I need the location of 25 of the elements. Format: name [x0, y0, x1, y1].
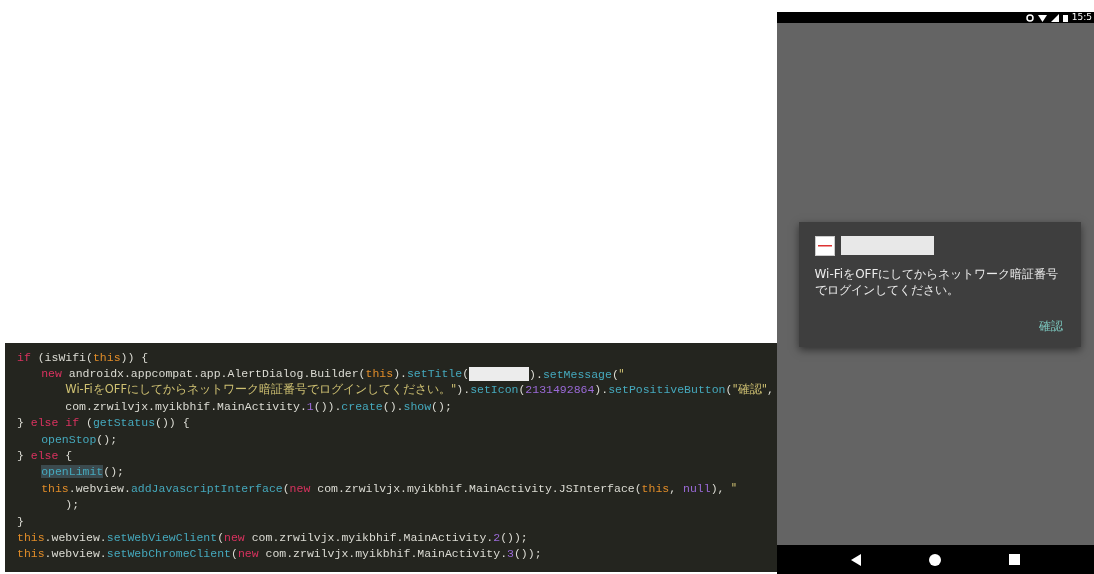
redaction-block — [469, 366, 530, 381]
battery-icon — [1062, 13, 1068, 22]
home-button[interactable] — [929, 553, 941, 566]
dialog-message: Wi-FiをOFFにしてからネットワーク暗証番号でログインしてください。 — [814, 265, 1060, 298]
code-text: new androidx.appcompat.app.AlertDialog.Builder(this).setTitle( — [41, 367, 470, 381]
code-text: } else if (getStatus()) { — [17, 416, 190, 430]
code-text: } else { — [17, 449, 73, 463]
back-button[interactable] — [851, 553, 861, 566]
code-text: } — [17, 514, 24, 528]
signal-icon — [1050, 13, 1059, 22]
code-text: ); — [65, 498, 80, 512]
confirm-button[interactable]: 確認 — [1034, 315, 1067, 337]
notification-icon — [1025, 13, 1034, 22]
app-logo-icon — [814, 235, 835, 256]
code-text: ).setMessage(" — [529, 366, 625, 381]
code-text: this.webview.setWebViewClient(new com.zrwilvjx.myikbhif.MainActivity.2()); — [17, 531, 528, 544]
code-text: openStop(); — [41, 432, 118, 446]
code-text: this.webview.addJavascriptInterface(new com.zrwilvjx.myikbhif.MainActivity.JSInterface(this, null), " — [41, 481, 737, 496]
code-text: this.webview.setWebChromeClient(new com.zrwilvjx.myikbhif.MainActivity.3()); — [17, 547, 542, 561]
code-text: com.zrwilvjx.myikbhif.MainActivity.1()).create().show(); — [65, 399, 452, 413]
code-text: openLimit(); — [41, 465, 124, 479]
code-text: if (isWifi(this)) { — [17, 350, 149, 364]
wifi-icon — [1037, 13, 1047, 22]
status-time: 15:5 — [1071, 12, 1092, 23]
code-text: Wi-FiをOFFにしてからネットワーク暗証番号でログインしてください。").setIcon(2131492864).setPositiveButton("確認", — [65, 382, 774, 398]
